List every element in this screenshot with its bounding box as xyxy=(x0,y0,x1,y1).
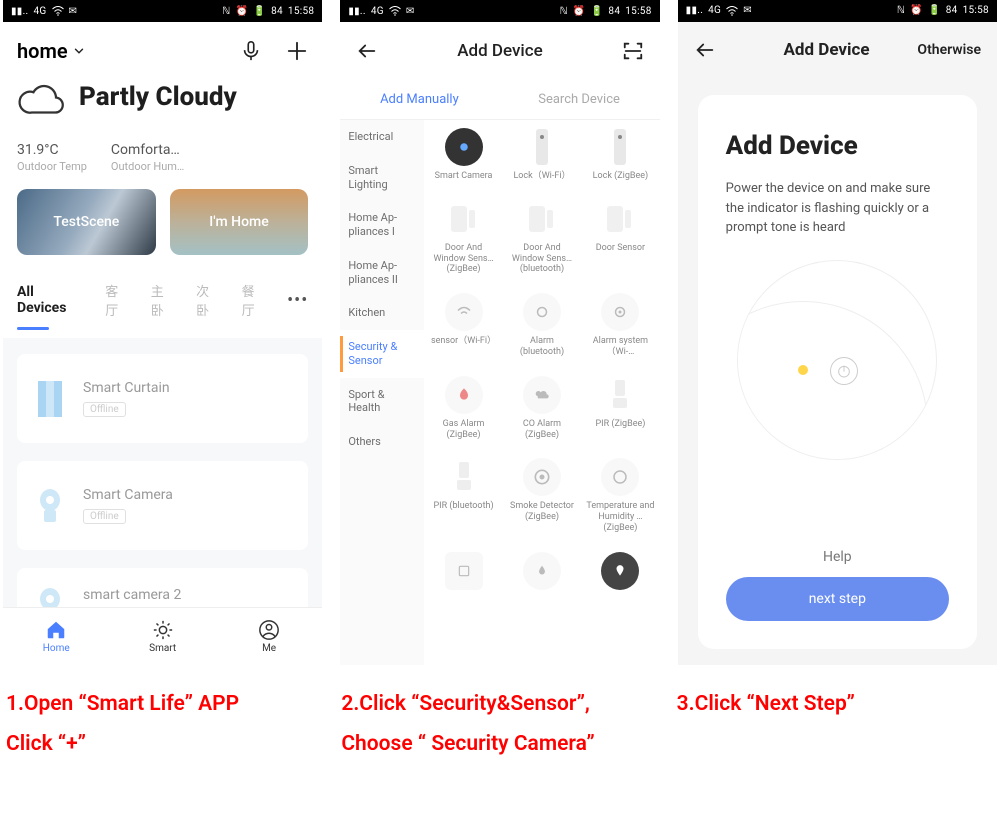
stat-outdoor-humidity: Comforta… Outdoor Hum… xyxy=(111,142,184,173)
add-device-card: Add Device Power the device on and make … xyxy=(698,95,977,649)
next-step-button[interactable]: next step xyxy=(726,577,949,621)
tab-room-2[interactable]: 客厅 xyxy=(105,281,130,319)
device-name: smart camera 2 xyxy=(83,587,181,603)
chevron-down-icon xyxy=(72,44,86,58)
device-illustration xyxy=(737,260,937,460)
back-icon[interactable] xyxy=(356,40,378,62)
item-extra-3[interactable] xyxy=(581,544,659,605)
item-lock-wifi[interactable]: Lock（Wi-Fi） xyxy=(503,120,581,192)
caption-2: 2.Click “Security&Sensor”, Choose “ Secu… xyxy=(341,685,658,765)
cat-kitchen[interactable]: Kitchen xyxy=(340,296,424,330)
home-top-bar: home xyxy=(3,22,322,80)
item-extra-1[interactable] xyxy=(424,544,502,605)
bottom-tab-bar: Home Smart Me xyxy=(3,607,322,665)
person-icon xyxy=(258,619,280,641)
device-name: Smart Curtain xyxy=(83,380,170,396)
tab-me[interactable]: Me xyxy=(216,608,322,665)
item-extra-2[interactable] xyxy=(503,544,581,605)
scene-im-home[interactable]: I'm Home xyxy=(170,189,309,255)
stat-outdoor-temp: 31.9°C Outdoor Temp xyxy=(17,142,87,173)
item-co-alarm[interactable]: CO Alarm (ZigBee) xyxy=(503,368,581,451)
item-door-window-bt[interactable]: Door And Window Sens… (bluetooth) xyxy=(503,192,581,285)
status-bar: ▮▮.. 4G ✉ ℕ ⏰ 🔋 84 15:58 xyxy=(3,0,322,22)
tab-smart[interactable]: Smart xyxy=(109,608,215,665)
home-dropdown[interactable]: home xyxy=(17,39,86,63)
tab-room-3[interactable]: 主卧 xyxy=(151,281,176,319)
device-status: Offline xyxy=(83,509,126,524)
screen-add-device-prompt: ▮▮..4G✉ ℕ⏰🔋8415:58 Add Device Otherwise … xyxy=(678,0,997,665)
screen-add-device-catalog: ▮▮..4G✉ ℕ⏰🔋8415:58 Add Device Add Manual… xyxy=(340,0,659,665)
nfc-icon: ℕ xyxy=(222,6,230,17)
item-pir-zigbee[interactable]: PIR (ZigBee) xyxy=(581,368,659,451)
sun-icon xyxy=(152,619,174,641)
mic-icon[interactable] xyxy=(240,40,262,62)
home-label: home xyxy=(17,39,68,63)
weather-title: Partly Cloudy xyxy=(79,82,237,112)
battery-icon: 🔋 xyxy=(253,6,266,17)
otherwise-link[interactable]: Otherwise xyxy=(917,42,981,58)
item-door-window-zigbee[interactable]: Door And Window Sens… (ZigBee) xyxy=(424,192,502,285)
tab-add-manually[interactable]: Add Manually xyxy=(380,92,459,107)
header-title: Add Device xyxy=(736,40,918,60)
item-alarm-bt[interactable]: Alarm (bluetooth) xyxy=(503,285,581,368)
tab-room-4[interactable]: 次卧 xyxy=(196,281,221,319)
status-bar: ▮▮..4G✉ ℕ⏰🔋8415:58 xyxy=(340,0,659,22)
scan-icon[interactable] xyxy=(622,40,644,62)
clock: 15:58 xyxy=(288,6,314,17)
caption-3: 3.Click “Next Step” xyxy=(677,685,994,765)
item-door-sensor[interactable]: Door Sensor xyxy=(581,192,659,285)
item-lock-zigbee[interactable]: Lock (ZigBee) xyxy=(581,120,659,192)
cat-appliances-1[interactable]: Home Ap-pliances I xyxy=(340,201,424,249)
tab-search-device[interactable]: Search Device xyxy=(538,92,620,107)
plus-icon[interactable] xyxy=(286,40,308,62)
caption-1: 1.Open “Smart Life” APP Click “+” xyxy=(6,685,323,765)
cloud-icon xyxy=(17,82,65,122)
signal-icon: ▮▮.. xyxy=(11,6,28,17)
item-gas-alarm[interactable]: Gas Alarm (ZigBee) xyxy=(424,368,502,451)
battery-percent: 84 xyxy=(271,6,283,17)
card-description: Power the device on and make sure the in… xyxy=(726,179,949,238)
tab-underline xyxy=(17,327,49,330)
tab-room-5[interactable]: 餐厅 xyxy=(242,281,267,319)
wechat-icon: ✉ xyxy=(69,6,78,17)
network-4g-icon: 4G xyxy=(33,6,46,17)
indicator-dot-icon xyxy=(798,365,808,375)
weather-panel: Partly Cloudy xyxy=(3,80,322,132)
category-sidebar: Electrical Smart Lighting Home Ap-plianc… xyxy=(340,120,424,665)
status-bar: ▮▮..4G✉ ℕ⏰🔋8415:58 xyxy=(678,0,997,22)
card-title: Add Device xyxy=(726,131,949,161)
cat-electrical[interactable]: Electrical xyxy=(340,120,424,154)
camera-icon xyxy=(35,483,65,528)
cat-security-sensor[interactable]: Security & Sensor xyxy=(340,330,424,378)
item-smart-camera[interactable]: Smart Camera xyxy=(424,120,502,192)
alarm-icon: ⏰ xyxy=(236,6,249,17)
tab-more-icon[interactable]: ••• xyxy=(287,290,308,311)
item-sensor-wifi[interactable]: sensor（Wi-Fi） xyxy=(424,285,502,368)
device-grid: Smart Camera Lock（Wi-Fi） Lock (ZigBee) D… xyxy=(424,120,659,665)
device-card-curtain[interactable]: Smart Curtain Offline xyxy=(17,354,308,443)
item-alarm-system[interactable]: Alarm system（Wi-… xyxy=(581,285,659,368)
help-link[interactable]: Help xyxy=(726,549,949,565)
back-icon[interactable] xyxy=(694,39,716,61)
home-icon xyxy=(45,619,67,641)
tab-all-devices[interactable]: All Devices xyxy=(17,284,85,316)
wifi-icon xyxy=(52,6,64,16)
device-status: Offline xyxy=(83,402,126,417)
curtain-icon xyxy=(35,376,65,421)
cat-appliances-2[interactable]: Home Ap-pliances II xyxy=(340,249,424,297)
power-icon xyxy=(830,357,858,385)
cat-smart-lighting[interactable]: Smart Lighting xyxy=(340,154,424,202)
header-title: Add Device xyxy=(378,41,621,61)
device-name: Smart Camera xyxy=(83,487,173,503)
screen-home: ▮▮.. 4G ✉ ℕ ⏰ 🔋 84 15:58 home xyxy=(3,0,322,665)
instruction-captions: 1.Open “Smart Life” APP Click “+” 2.Clic… xyxy=(0,665,1000,765)
device-card-camera[interactable]: Smart Camera Offline xyxy=(17,461,308,550)
tab-home[interactable]: Home xyxy=(3,608,109,665)
cat-sport-health[interactable]: Sport & Health xyxy=(340,378,424,426)
scene-testscene[interactable]: TestScene xyxy=(17,189,156,255)
item-smoke-detector[interactable]: Smoke Detector (ZigBee) xyxy=(503,450,581,543)
cat-others[interactable]: Others xyxy=(340,425,424,459)
item-temp-humidity[interactable]: Temperature and Humidity … (ZigBee) xyxy=(581,450,659,543)
item-pir-bt[interactable]: PIR (bluetooth) xyxy=(424,450,502,543)
